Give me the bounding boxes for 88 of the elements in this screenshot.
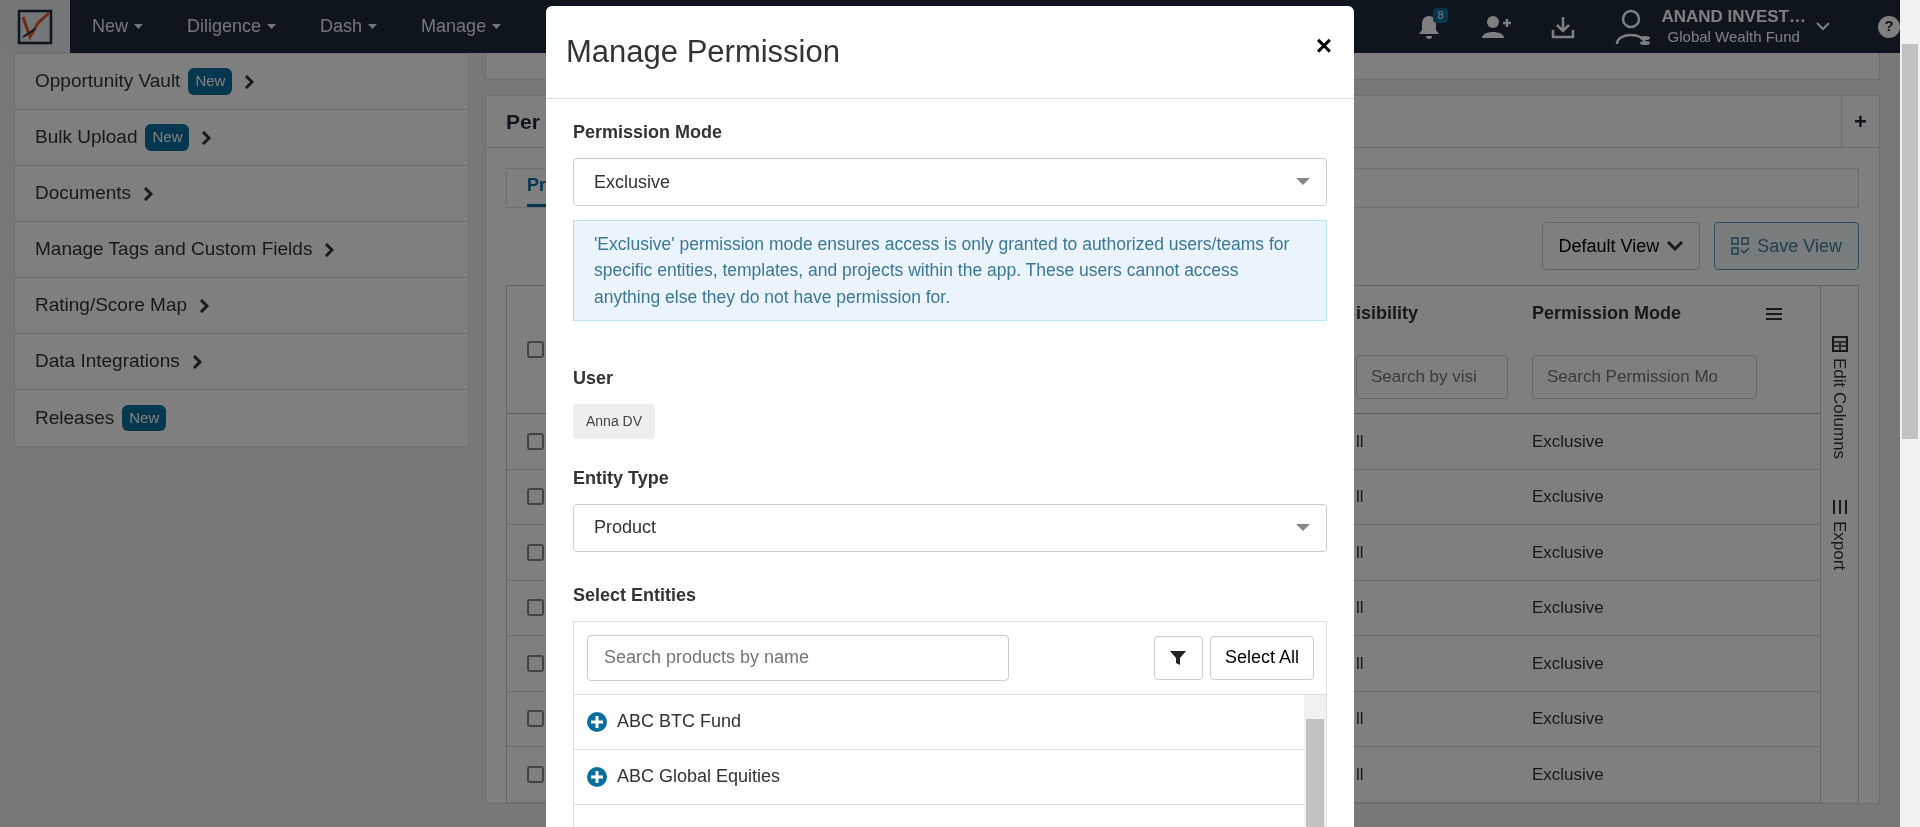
user-chip: Anna DV (573, 403, 656, 439)
plus-circle-icon[interactable] (587, 766, 607, 787)
row-checkbox[interactable] (527, 543, 544, 561)
download-icon (1551, 14, 1576, 39)
caret-icon (1296, 523, 1310, 532)
sidebar-item[interactable]: Documents (15, 166, 468, 222)
panel-title: Per (505, 109, 541, 135)
table-cell: ll (1356, 542, 1364, 562)
sidebar-item[interactable]: Opportunity Vault New (15, 54, 468, 110)
user-plus-icon (1481, 14, 1512, 39)
row-checkbox[interactable] (527, 488, 544, 506)
sidebar-item[interactable]: Bulk Upload New (15, 110, 468, 166)
nav-menu[interactable]: Manage (399, 0, 524, 53)
column-search-field[interactable]: Search by visi (1356, 355, 1508, 399)
table-cell: ll (1356, 431, 1364, 451)
entity-type-select[interactable]: Product (573, 503, 1327, 552)
sidebar-item[interactable]: Manage Tags and Custom Fields (15, 222, 468, 278)
column-search-field[interactable]: Search Permission Mo (1532, 355, 1757, 399)
account-menu[interactable]: ANAND INVEST… Global Wealth Fund (1595, 0, 1850, 53)
view-dropdown[interactable]: Default View (1541, 222, 1701, 270)
side-tool-button[interactable]: Edit Columns (1826, 336, 1853, 460)
field-label: Select Entities (573, 583, 698, 607)
help-button[interactable]: ? (1878, 15, 1900, 38)
scrollbar-thumb[interactable] (1902, 44, 1918, 439)
entity-item[interactable]: ABC BTC Fund (574, 694, 1304, 750)
field-label: Permission Mode (573, 121, 724, 144)
notification-count: 8 (1433, 8, 1448, 24)
grid-check-icon (1731, 237, 1750, 255)
sidebar-item[interactable]: Releases New (15, 390, 468, 446)
select-all-button[interactable]: Select All (1209, 635, 1314, 680)
row-checkbox[interactable] (527, 765, 544, 783)
bell-icon (1417, 13, 1442, 40)
sidebar-item[interactable]: Data Integrations (15, 334, 468, 390)
nav-menu[interactable]: New (70, 0, 165, 53)
nav-menu[interactable]: Diligence (165, 0, 299, 53)
row-checkbox[interactable] (527, 599, 544, 617)
column-header: Permission Mode (1532, 302, 1682, 325)
field-label: User (573, 366, 615, 390)
list-icon (1831, 499, 1848, 516)
table-cell: Exclusive (1532, 431, 1604, 451)
info-message: 'Exclusive' permission mode ensures access is only granted to authorized users/teams for specific entities, templates, and projects within the app. These users cannot access anything else they do not have permission for. (573, 220, 1327, 321)
filter-button[interactable] (1153, 635, 1203, 680)
menu-icon[interactable] (1766, 306, 1782, 321)
entity-name: ABC BTC Fund (617, 710, 742, 734)
account-name: ANAND INVEST… (1661, 6, 1806, 27)
save-view-button[interactable]: Save View (1714, 222, 1859, 270)
new-badge: New (145, 124, 190, 151)
plus-circle-icon[interactable] (587, 711, 607, 732)
table-cell: Exclusive (1532, 598, 1604, 617)
filter-icon (1170, 649, 1187, 666)
row-checkbox[interactable] (527, 710, 544, 728)
notifications-button[interactable]: 8 (1397, 0, 1462, 53)
entity-search-field[interactable]: Search products by name (587, 634, 1009, 681)
table-cell: Exclusive (1532, 653, 1604, 673)
caret-icon (492, 23, 502, 30)
field-label: Entity Type (573, 466, 670, 490)
person-icon (1615, 7, 1652, 46)
table-cell: ll (1356, 487, 1364, 506)
caret-icon (267, 23, 277, 30)
column-header: isibility (1356, 302, 1418, 325)
fund-name: Global Wealth Fund (1667, 27, 1800, 45)
chevron-down-icon (1667, 241, 1684, 251)
columns-icon (1831, 336, 1848, 352)
table-cell: ll (1356, 598, 1364, 617)
caret-icon (1296, 178, 1310, 186)
close-button[interactable]: × (1315, 32, 1332, 60)
caret-icon (134, 23, 143, 30)
table-cell: ll (1356, 764, 1364, 784)
row-checkbox[interactable] (527, 654, 544, 672)
entity-item[interactable]: ABC Global Equities (574, 749, 1304, 805)
table-cell: Exclusive (1532, 709, 1604, 728)
new-badge: New (188, 68, 233, 95)
select-all-checkbox[interactable] (527, 341, 544, 358)
chevron-down-icon (1816, 22, 1830, 31)
table-cell: ll (1356, 653, 1364, 673)
sidebar-item[interactable]: Rating/Score Map (15, 278, 468, 334)
permission-mode-select[interactable]: Exclusive (573, 158, 1327, 206)
table-cell: Exclusive (1532, 542, 1604, 562)
table-cell: ll (1356, 709, 1364, 728)
new-badge: New (122, 404, 167, 432)
row-checkbox[interactable] (527, 432, 544, 450)
entity-name: ABC Global Equities (617, 765, 781, 789)
table-cell: Exclusive (1532, 764, 1604, 784)
caret-icon (368, 23, 378, 30)
side-tool-button[interactable]: Export (1826, 499, 1853, 571)
modal-title: Manage Permission (566, 33, 840, 71)
nav-menu[interactable]: Dash (298, 0, 400, 53)
table-cell: Exclusive (1532, 487, 1604, 506)
